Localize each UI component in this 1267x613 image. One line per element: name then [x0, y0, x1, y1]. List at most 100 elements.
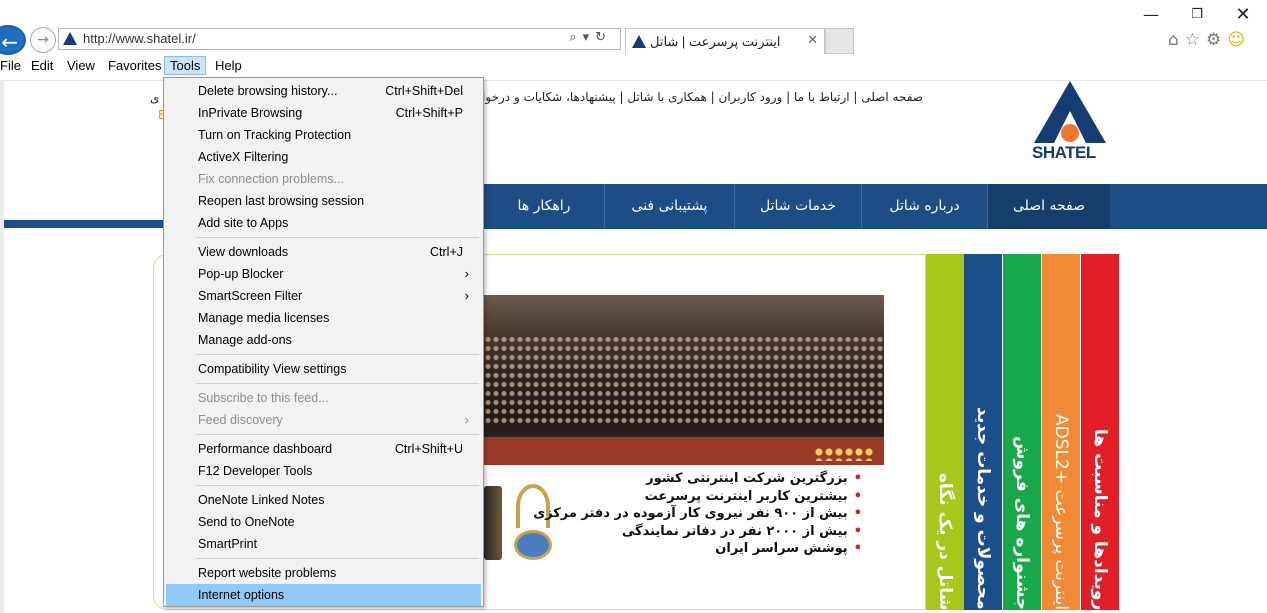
menu-tools[interactable]: Tools: [164, 56, 207, 75]
menu-separator: [196, 383, 479, 384]
feedback-smiley-icon[interactable]: ☺: [1227, 30, 1251, 50]
menu-item-inprivate[interactable]: InPrivate Browsing Ctrl+Shift+P: [166, 102, 481, 124]
nav-about[interactable]: درباره شاتل: [861, 184, 987, 229]
tab-close-icon[interactable]: ✕: [807, 33, 818, 48]
tools-menu: Delete browsing history... Ctrl+Shift+Del…: [163, 77, 484, 607]
top-link-fragment[interactable]: ی: [150, 91, 159, 105]
forward-arrow-icon: →: [37, 32, 49, 48]
menu-item-add-site-to-apps[interactable]: Add site to Apps: [166, 212, 481, 234]
menu-separator: [196, 434, 479, 435]
nav-solutions[interactable]: راهکار ها: [484, 184, 604, 229]
menu-item-label: Add site to Apps: [198, 216, 289, 230]
minimize-button[interactable]: —: [1128, 4, 1174, 26]
menu-item-view-downloads[interactable]: View downloads Ctrl+J: [166, 241, 481, 263]
menu-item-label: Fix connection problems...: [198, 172, 344, 186]
menu-item-shortcut: Ctrl+Shift+U: [394, 442, 463, 456]
tab-favicon-icon: [632, 35, 646, 48]
menu-item-label: InPrivate Browsing: [198, 106, 303, 120]
menu-file[interactable]: File: [0, 58, 21, 73]
menu-item-compatibility-view[interactable]: Compatibility View settings: [166, 358, 481, 380]
menu-separator: [196, 354, 479, 355]
side-tab-label: شاتل در یک نگاه: [935, 472, 955, 610]
forward-button[interactable]: →: [30, 27, 56, 53]
menu-item-shortcut: Ctrl+J: [430, 245, 463, 259]
menu-item-send-to-onenote[interactable]: Send to OneNote: [166, 511, 481, 533]
menu-item-feed-discovery: Feed discovery ›: [166, 409, 481, 431]
submenu-chevron-icon: ›: [464, 266, 469, 281]
menu-item-label: ActiveX Filtering: [198, 150, 289, 164]
menu-item-label: Report website problems: [198, 566, 337, 580]
menu-item-label: Reopen last browsing session: [198, 194, 365, 208]
menu-item-smartscreen[interactable]: SmartScreen Filter ›: [166, 285, 481, 307]
menu-item-performance-dashboard[interactable]: Performance dashboard Ctrl+Shift+U: [166, 438, 481, 460]
photo-crowd: [484, 335, 884, 425]
menu-item-label: Manage media licenses: [198, 311, 330, 325]
new-tab-button[interactable]: [825, 28, 854, 54]
award-cup-icon: [510, 484, 556, 560]
menu-bar: File Edit View Favorites Tools Help: [0, 56, 1267, 77]
menu-item-report-problems[interactable]: Report website problems: [166, 562, 481, 584]
menu-item-delete-history[interactable]: Delete browsing history... Ctrl+Shift+Del: [166, 80, 481, 102]
award-cup-base: [514, 530, 552, 560]
menu-item-label: Send to OneNote: [198, 515, 295, 529]
submenu-chevron-icon: ›: [464, 288, 469, 303]
nav-home[interactable]: صفحه اصلی: [987, 184, 1110, 229]
menu-item-tracking-protection[interactable]: Turn on Tracking Protection: [166, 124, 481, 146]
menu-view[interactable]: View: [67, 58, 95, 73]
side-tab-label: رویدادها و مناسبت ها: [1090, 428, 1110, 610]
address-bar[interactable]: http://www.shatel.ir/ ⌕▾↻: [58, 28, 621, 50]
main-nav: صفحه اصلی درباره شاتل خدمات شاتل پشتیبان…: [484, 184, 1267, 229]
home-icon[interactable]: ⌂: [1168, 30, 1185, 50]
award-trophy-icon: [484, 486, 502, 560]
nav-services[interactable]: خدمات شاتل: [734, 184, 861, 229]
restore-button[interactable]: ❐: [1174, 4, 1220, 26]
logo-dot-icon: [1061, 124, 1079, 142]
menu-item-label: View downloads: [198, 245, 289, 259]
site-favicon-icon: [63, 32, 77, 45]
list-item: بزرگترین شرکت اینترنتی کشور: [560, 471, 862, 489]
menu-separator: [196, 485, 479, 486]
nav-support[interactable]: پشتیبانی فنی: [604, 184, 734, 229]
side-tab-overview[interactable]: شاتل در یک نگاه: [926, 254, 964, 610]
photo-flowers: [814, 447, 874, 461]
menu-item-smartprint[interactable]: SmartPrint: [166, 533, 481, 555]
menu-item-popup-blocker[interactable]: Pop-up Blocker ›: [166, 263, 481, 285]
menu-item-label: Subscribe to this feed...: [198, 391, 329, 405]
back-button[interactable]: ←: [0, 25, 26, 55]
address-tools-icons[interactable]: ⌕▾↻: [569, 30, 612, 45]
team-photo: [484, 295, 884, 465]
side-tab-events[interactable]: رویدادها و مناسبت ها: [1081, 254, 1119, 610]
menu-separator: [196, 558, 479, 559]
menu-item-media-licenses[interactable]: Manage media licenses: [166, 307, 481, 329]
settings-gear-icon[interactable]: ⚙: [1206, 30, 1227, 50]
side-tab-products[interactable]: محصولات و خدمات جدید: [964, 254, 1002, 610]
tab-shatel[interactable]: اینترنت پرسرعت | شاتل ✕: [625, 28, 825, 54]
favorites-star-icon[interactable]: ☆: [1185, 30, 1206, 50]
menu-edit[interactable]: Edit: [31, 58, 53, 73]
menu-item-label: Manage add-ons: [198, 333, 292, 347]
menu-item-reopen-session[interactable]: Reopen last browsing session: [166, 190, 481, 212]
side-tab-festivals[interactable]: جشنواره های فروش: [1003, 254, 1041, 610]
menu-item-label: F12 Developer Tools: [198, 464, 313, 478]
back-arrow-icon: ←: [1, 30, 18, 54]
menu-item-label: Feed discovery: [198, 413, 283, 427]
menu-item-subscribe-feed: Subscribe to this feed...: [166, 387, 481, 409]
menu-item-f12-tools[interactable]: F12 Developer Tools: [166, 460, 481, 482]
menu-item-shortcut: Ctrl+Shift+P: [395, 106, 463, 120]
side-tab-label: محصولات و خدمات جدید: [973, 407, 993, 610]
menu-item-label: Delete browsing history...: [198, 84, 338, 98]
shatel-logo[interactable]: SHATEL: [1030, 81, 1110, 165]
side-tab-adsl[interactable]: اینترنت پرسرعت +ADSL2: [1042, 254, 1080, 610]
menu-favorites[interactable]: Favorites: [108, 58, 161, 73]
toolbar-icons: ⌂☆⚙☺: [1168, 30, 1264, 50]
address-url[interactable]: http://www.shatel.ir/: [83, 31, 196, 46]
menu-item-manage-addons[interactable]: Manage add-ons: [166, 329, 481, 351]
list-item: بیش از ۹۰۰ نفر نیروی کار آزموده در دفتر …: [533, 506, 862, 524]
side-tab-label: اینترنت پرسرعت +ADSL2: [1051, 414, 1071, 610]
close-window-button[interactable]: ✕: [1220, 4, 1266, 26]
menu-item-activex-filtering[interactable]: ActiveX Filtering: [166, 146, 481, 168]
menu-help[interactable]: Help: [215, 58, 242, 73]
top-links[interactable]: صفحه اصلی | ارتباط با ما | ورود کاربران …: [460, 90, 923, 104]
menu-item-internet-options[interactable]: Internet options: [166, 584, 481, 606]
menu-item-onenote-linked[interactable]: OneNote Linked Notes: [166, 489, 481, 511]
